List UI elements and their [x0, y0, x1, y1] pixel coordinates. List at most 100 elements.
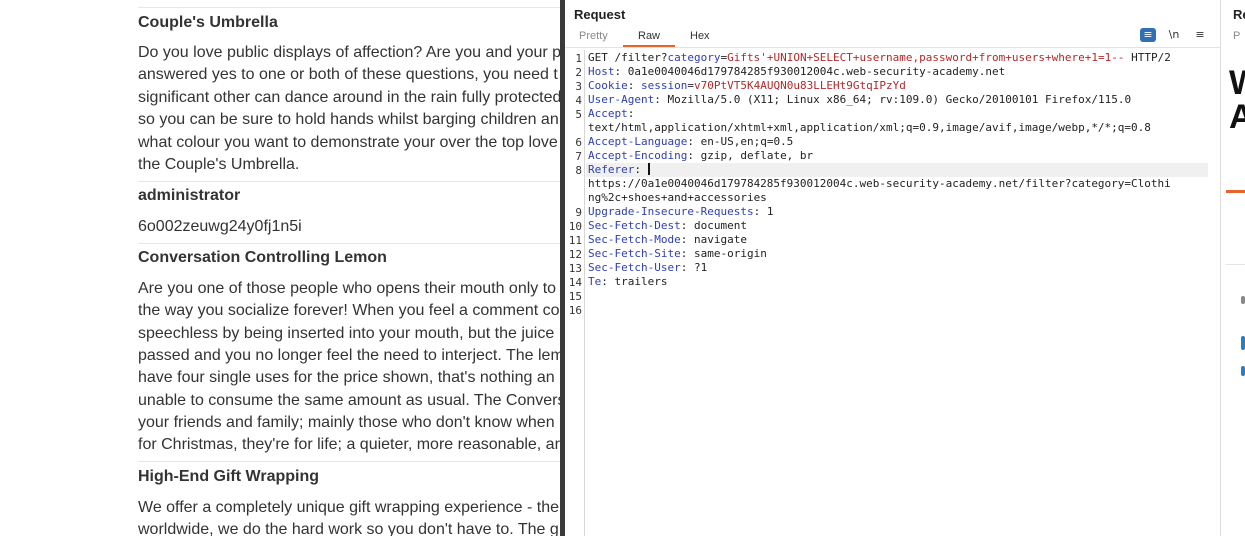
line-number: 10	[568, 220, 582, 233]
cookie-value: v70PtVT5K4AUQN0u83LLEHt9GtqIPzYd	[693, 79, 906, 92]
header-value: same-origin	[693, 247, 767, 260]
line-number: 12	[568, 248, 582, 261]
divider	[138, 181, 560, 182]
header-referer-value[interactable]: ng%2c+shoes+and+accessories	[588, 191, 767, 205]
header-value: ?1	[693, 261, 708, 274]
header-key: Accept	[588, 107, 628, 120]
line-number: 3	[575, 80, 582, 93]
product-title[interactable]: Couple's Umbrella	[138, 14, 278, 32]
rendered-mark	[1241, 336, 1245, 350]
product-description-line: unable to consume the same amount as usu…	[138, 392, 560, 409]
header-key: Te	[588, 275, 602, 288]
cookie-name: session	[641, 79, 688, 92]
tab-pretty[interactable]: P	[1233, 30, 1240, 42]
header-key: Referer	[588, 163, 635, 176]
product-title[interactable]: High-End Gift Wrapping	[138, 468, 319, 486]
product-description-line: what colour you want to demonstrate your…	[138, 134, 558, 151]
header-accept[interactable]: Accept:	[588, 107, 634, 121]
header-accept-value[interactable]: text/html,application/xhtml+xml,applicat…	[588, 121, 1151, 135]
header-value: 1	[766, 205, 774, 218]
product-description-line: 6o002zeuwg24y0fj1n5i	[138, 218, 302, 235]
line-number: 5	[575, 108, 582, 121]
request-panel: Request Pretty Raw Hex ≡ \n ≡ 1 2 3 4 5 …	[565, 0, 1220, 536]
line-number-gutter: 1 2 3 4 5 6 7 8 9 10 11 12 13 14 15 16	[565, 50, 585, 536]
line-number: 14	[568, 276, 582, 289]
header-sec-fetch-dest[interactable]: Sec-Fetch-Dest: document	[588, 219, 747, 233]
header-value: 0a1e0040046d179784285f930012004c.web-sec…	[627, 65, 1006, 78]
menu-icon[interactable]: ≡	[1192, 28, 1208, 42]
request-line[interactable]: GET /filter?category=Gifts'+UNION+SELECT…	[588, 51, 1171, 65]
product-description-line: Are you one of those people who opens th…	[138, 280, 557, 297]
request-protocol: HTTP/2	[1124, 51, 1171, 64]
product-description-line: so you can be sure to hold hands whilst …	[138, 111, 559, 128]
header-key: Sec-Fetch-Site	[588, 247, 681, 260]
product-title[interactable]: Conversation Controlling Lemon	[138, 249, 387, 267]
header-value: en-US,en;q=0.5	[700, 135, 794, 148]
divider	[1226, 264, 1245, 265]
header-value: navigate	[693, 233, 747, 246]
header-key: Host	[588, 65, 615, 78]
header-host[interactable]: Host: 0a1e0040046d179784285f930012004c.w…	[588, 65, 1005, 79]
header-key: Sec-Fetch-Mode	[588, 233, 681, 246]
request-method-path: GET /filter?	[588, 51, 668, 64]
header-key: User-Agent	[588, 93, 655, 106]
header-key: Sec-Fetch-User	[588, 261, 681, 274]
header-upgrade-insecure-requests[interactable]: Upgrade-Insecure-Requests: 1	[588, 205, 773, 219]
divider	[138, 7, 560, 8]
product-page: Couple's Umbrella Do you love public dis…	[0, 0, 560, 536]
line-number: 11	[568, 234, 582, 247]
rendered-mark	[1241, 296, 1245, 304]
product-description-line: worldwide, we do the hard work so you do…	[138, 521, 559, 536]
line-number: 8	[575, 164, 582, 177]
header-value: Mozilla/5.0 (X11; Linux x86_64; rv:109.0…	[667, 93, 1132, 106]
line-number: 13	[568, 262, 582, 275]
tab-hex[interactable]: Hex	[690, 30, 710, 42]
product-description-line: have four single uses for the price show…	[138, 369, 555, 386]
response-panel: Re P W A	[1221, 0, 1245, 536]
line-number: 15	[568, 290, 582, 303]
product-description-line: passed and you no longer feel the need t…	[138, 347, 560, 364]
product-description-line: Do you love public displays of affection…	[138, 44, 560, 61]
header-sec-fetch-site[interactable]: Sec-Fetch-Site: same-origin	[588, 247, 767, 261]
divider	[138, 243, 560, 244]
header-user-agent[interactable]: User-Agent: Mozilla/5.0 (X11; Linux x86_…	[588, 93, 1131, 107]
header-referer[interactable]: Referer:	[588, 163, 650, 177]
line-number: 1	[575, 52, 582, 65]
header-key: Cookie	[588, 79, 628, 92]
product-title[interactable]: administrator	[138, 187, 240, 205]
header-referer-value[interactable]: https://0a1e0040046d179784285f930012004c…	[588, 177, 1171, 191]
product-description-line: the way you socialize forever! When you …	[138, 302, 560, 319]
header-key: Accept-Encoding	[588, 149, 688, 162]
tab-pretty[interactable]: Pretty	[579, 30, 608, 42]
product-description-line: significant other can dance around in th…	[138, 89, 560, 106]
rendered-heading-letter: A	[1229, 98, 1245, 136]
newline-icon[interactable]: \n	[1166, 28, 1182, 42]
product-description-line: answered yes to one or both of these que…	[138, 66, 558, 83]
text-cursor	[647, 163, 650, 175]
header-key: Upgrade-Insecure-Requests	[588, 205, 754, 218]
query-param-name: category	[667, 51, 721, 64]
divider	[565, 47, 1220, 48]
header-value: trailers	[614, 275, 668, 288]
header-accept-language[interactable]: Accept-Language: en-US,en;q=0.5	[588, 135, 793, 149]
rendered-mark	[1241, 366, 1245, 376]
product-description-line: for Christmas, they're for life; a quiet…	[138, 436, 560, 453]
header-accept-encoding[interactable]: Accept-Encoding: gzip, deflate, br	[588, 149, 813, 163]
panel-title: Request	[574, 7, 626, 22]
header-cookie[interactable]: Cookie: session=v70PtVT5K4AUQN0u83LLEHt9…	[588, 79, 906, 93]
line-number: 2	[575, 66, 582, 79]
header-value: gzip, deflate, br	[700, 149, 814, 162]
product-description-line: speechless by being inserted into your m…	[138, 325, 555, 342]
line-number: 7	[575, 150, 582, 163]
line-number: 9	[575, 206, 582, 219]
tab-raw[interactable]: Raw	[638, 30, 660, 42]
product-description-line: your friends and family; mainly those wh…	[138, 414, 555, 431]
product-description-line: the Couple's Umbrella.	[138, 156, 300, 173]
header-sec-fetch-user[interactable]: Sec-Fetch-User: ?1	[588, 261, 707, 275]
header-te[interactable]: Te: trailers	[588, 275, 667, 289]
header-value: document	[693, 219, 747, 232]
divider	[138, 461, 560, 462]
current-line-highlight	[586, 163, 1208, 177]
wrap-lines-icon[interactable]: ≡	[1140, 28, 1156, 42]
header-sec-fetch-mode[interactable]: Sec-Fetch-Mode: navigate	[588, 233, 747, 247]
